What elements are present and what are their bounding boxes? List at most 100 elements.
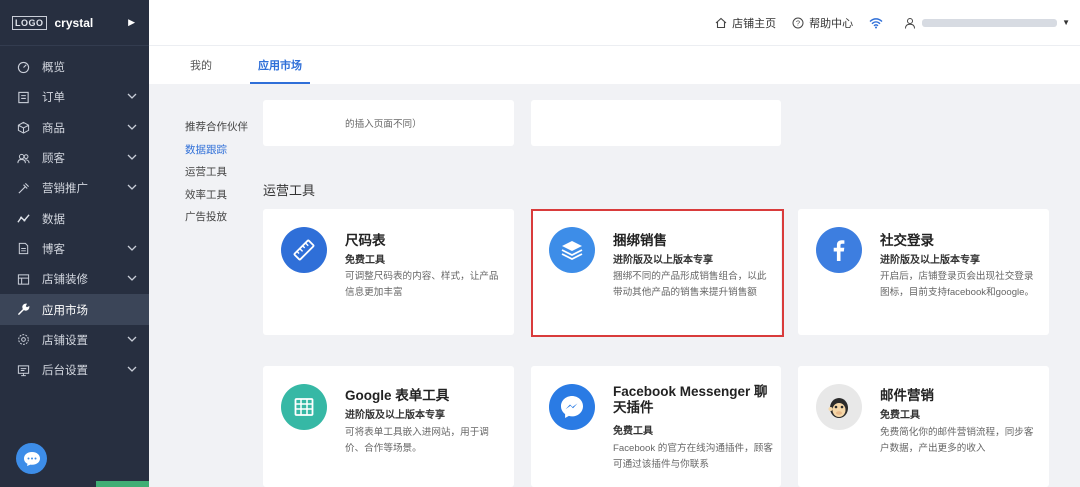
sidebar-item-label: 博客 [42,243,65,256]
chat-bubble-icon [23,451,40,466]
sidebar-item-label: 数据 [42,213,65,226]
chevron-down-icon [127,364,137,376]
help-center-label: 帮助中心 [809,17,854,30]
category-operation-tools[interactable]: 运营工具 [185,165,248,188]
top-bar: 店铺主页 ? 帮助中心 ▼ [149,0,1080,46]
category-efficiency-tools[interactable]: 效率工具 [185,188,248,211]
app-title: 邮件营销 [880,388,934,403]
messenger-icon [549,384,595,430]
chevron-down-icon [127,182,137,194]
analytics-icon [16,212,30,226]
tab-app-market[interactable]: 应用市场 [250,46,310,84]
sidebar-item-label: 应用市场 [42,304,88,317]
app-desc: Facebook 的官方在线沟通插件，顾客可通过该插件与你联系 [613,443,773,470]
chevron-down-icon [127,122,137,134]
order-icon [16,90,30,104]
highlight-frame [531,209,784,337]
category-partners[interactable]: 推荐合作伙伴 [185,120,248,143]
caret-down-icon: ▼ [1062,18,1070,27]
chevron-down-icon [127,273,137,285]
chat-support-button[interactable] [16,443,47,474]
store-name: crystal [54,15,94,30]
section-title: 运营工具 [263,183,316,198]
sidebar-item-admin-settings[interactable]: 后台设置 [0,355,149,385]
app-title: 社交登录 [880,233,934,248]
wrench-icon [16,303,30,317]
admin-icon [16,363,30,377]
sidebar-item-analytics[interactable]: 数据 [0,203,149,233]
sidebar-item-marketing[interactable]: 营销推广 [0,173,149,203]
app-desc: 免费简化你的邮件营销流程，同步客户数据，产出更多的收入 [880,427,1034,454]
sidebar-item-app-market[interactable]: 应用市场 [0,294,149,325]
chevron-down-icon [127,152,137,164]
sidebar-item-store-settings[interactable]: 店铺设置 [0,325,149,355]
store-home-label: 店铺主页 [732,17,777,30]
tab-bar: 我的 应用市场 [149,46,1080,84]
app-tag: 免费工具 [613,426,653,437]
facebook-icon [816,227,862,273]
app-card-size-chart[interactable]: 尺码表 免费工具 可调整尺码表的内容、样式，让产品信息更加丰富 [263,209,514,335]
help-center-link[interactable]: ? 帮助中心 [792,15,853,31]
app-title: Google 表单工具 [345,388,450,403]
sidebar-item-label: 店铺设置 [42,334,88,347]
app-card-partial[interactable] [531,100,781,146]
app-tag: 进阶版及以上版本专享 [880,255,980,266]
settings-icon [16,333,30,347]
chevron-down-icon [127,334,137,346]
app-desc: 可调整尺码表的内容、样式，让产品信息更加丰富 [345,271,499,298]
sidebar-item-label: 概览 [42,62,65,75]
sidebar-item-blog[interactable]: 博客 [0,234,149,264]
marketing-icon [16,181,30,195]
category-ads[interactable]: 广告投放 [185,210,248,233]
sidebar-item-label: 顾客 [42,153,65,166]
app-tag: 进阶版及以上版本专享 [345,410,445,421]
sidebar-nav: 概览 订单 商品 顾客 营销推广 数据 博客 店铺装修 应用市场 店铺设置 后台… [0,52,149,385]
app-card-email-marketing[interactable]: 邮件营销 免费工具 免费简化你的邮件营销流程，同步客户数据，产出更多的收入 [798,366,1049,487]
app-tag: 免费工具 [345,255,385,266]
store-logo: LOGO [12,15,47,30]
app-desc: 可将表单工具嵌入进网站，用于调价、合作等场景。 [345,427,489,454]
category-data-tracking[interactable]: 数据跟踪 [185,143,248,166]
store-design-icon [16,272,30,286]
sidebar: LOGO crystal ▶ 概览 订单 商品 顾客 营销推广 数据 博客 店铺… [0,0,149,487]
sidebar-item-overview[interactable]: 概览 [0,52,149,82]
spreadsheet-icon [281,384,327,430]
app-card-social-login[interactable]: 社交登录 进阶版及以上版本专享 开启后，店铺登录页会出现社交登录图标，目前支持f… [798,209,1049,335]
sidebar-item-orders[interactable]: 订单 [0,82,149,112]
chevron-down-icon [127,243,137,255]
sidebar-item-label: 商品 [42,122,65,135]
sidebar-item-store-design[interactable]: 店铺装修 [0,264,149,294]
tab-mine[interactable]: 我的 [182,46,220,84]
blog-icon [16,242,30,256]
status-strip [96,481,149,487]
sidebar-item-products[interactable]: 商品 [0,113,149,143]
app-card-messenger[interactable]: Facebook Messenger 聊天插件 免费工具 Facebook 的官… [531,366,781,487]
sidebar-item-label: 营销推广 [42,183,88,196]
sidebar-item-label: 订单 [42,92,65,105]
dashboard-icon [16,60,30,74]
sidebar-item-label: 店铺装修 [42,274,88,287]
store-switcher[interactable]: LOGO crystal ▶ [0,0,149,46]
svg-text:?: ? [796,18,800,27]
help-icon: ? [792,17,804,28]
product-box-icon [16,121,30,135]
sidebar-item-customers[interactable]: 顾客 [0,143,149,173]
category-filter: 推荐合作伙伴 数据跟踪 运营工具 效率工具 广告投放 [185,120,248,233]
user-menu[interactable]: ▼ [904,17,1070,29]
user-email-redacted [922,18,1058,27]
app-card-partial-desc: 的插入页面不同） [345,119,422,130]
user-icon [905,17,916,29]
app-title: 尺码表 [345,233,386,248]
chevron-down-icon [127,91,137,103]
app-title: Facebook Messenger 聊天插件 [613,384,768,415]
sidebar-item-label: 后台设置 [42,365,88,378]
wifi-icon [869,17,883,28]
mailchimp-icon [816,384,862,430]
ruler-icon [281,227,327,273]
app-tag: 免费工具 [880,410,920,421]
app-card-google-forms[interactable]: Google 表单工具 进阶版及以上版本专享 可将表单工具嵌入进网站，用于调价、… [263,366,514,487]
wifi-status[interactable] [869,17,888,29]
customers-icon [16,151,30,165]
store-home-link[interactable]: 店铺主页 [715,15,776,31]
expand-arrow-icon[interactable]: ▶ [128,17,135,28]
